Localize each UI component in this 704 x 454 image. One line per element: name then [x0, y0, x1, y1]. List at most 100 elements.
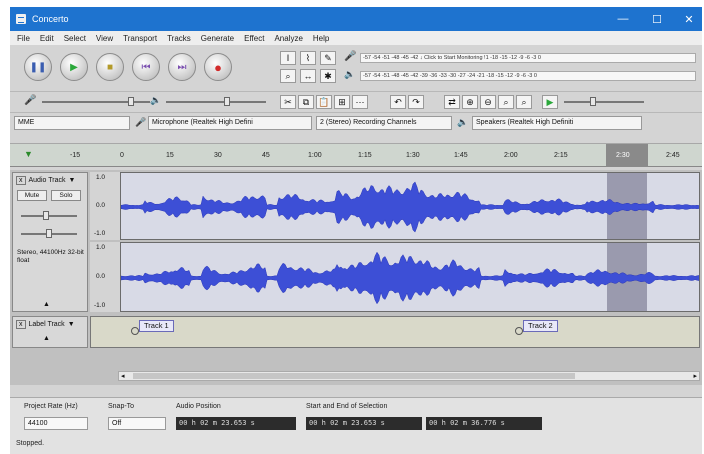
menu-transport[interactable]: Transport	[123, 34, 157, 43]
snap-to-label: Snap-To	[108, 403, 135, 410]
gain-slider[interactable]	[21, 215, 77, 217]
label-2[interactable]: Track 2	[523, 320, 558, 332]
draw-tool[interactable]: ✎	[320, 51, 336, 65]
project-rate-select[interactable]: 44100	[24, 417, 88, 430]
selection-start-field[interactable]: 00 h 02 m 23.653 s	[306, 417, 422, 430]
trim-button[interactable]: ⊞	[334, 95, 350, 109]
play-speed-slider[interactable]	[564, 101, 644, 103]
snap-to-select[interactable]: Off	[108, 417, 166, 430]
audio-track-header[interactable]: x Audio Track ▼	[16, 176, 75, 185]
zoom-in-icon: ⊕	[466, 96, 474, 107]
pencil-icon: ✎	[324, 52, 332, 63]
stop-button[interactable]: ■	[96, 53, 124, 81]
scale-top: 1.0	[96, 244, 106, 251]
menu-help[interactable]: Help	[313, 34, 329, 43]
label-1-marker[interactable]	[131, 327, 139, 335]
scrollbar-thumb[interactable]	[133, 373, 575, 379]
pin-head-icon[interactable]: ▼	[24, 149, 33, 159]
close-track-icon[interactable]: x	[16, 176, 26, 185]
label-track-lane[interactable]: Track 1 Track 2	[90, 316, 700, 348]
envelope-icon: ⌇	[305, 52, 311, 63]
track-menu-icon[interactable]: ▼	[68, 177, 75, 184]
record-meter[interactable]: -57 -54 -51 -48 -45 -42 ↓ Click to Start…	[360, 53, 696, 63]
menu-select[interactable]: Select	[64, 34, 86, 43]
pause-button[interactable]: ❚❚	[24, 53, 52, 81]
selection-end-field[interactable]: 00 h 02 m 36.776 s	[426, 417, 542, 430]
collapse-track-icon[interactable]: ▲	[43, 301, 50, 308]
selection-toolbar: Project Rate (Hz) 44100 Snap-To Off Audi…	[10, 397, 702, 454]
audio-host-select[interactable]: MME	[14, 116, 130, 130]
menu-view[interactable]: View	[96, 34, 113, 43]
silence-icon: ⋯	[355, 96, 365, 107]
recording-volume-knob[interactable]	[128, 97, 134, 106]
silence-button[interactable]: ⋯	[352, 95, 368, 109]
minimize-icon[interactable]: —	[606, 7, 640, 31]
menu-tracks[interactable]: Tracks	[167, 34, 191, 43]
playback-volume-knob[interactable]	[224, 97, 230, 106]
sync-icon: ⇄	[448, 96, 456, 107]
play-speed-knob[interactable]	[590, 97, 596, 106]
fit-project-icon: ⌕	[521, 96, 527, 107]
scroll-right-icon[interactable]: ▸	[693, 372, 697, 380]
play-at-speed-button[interactable]: ▶	[542, 95, 558, 109]
scale-bottom: -1.0	[94, 230, 106, 237]
sync-lock-button[interactable]: ⇄	[444, 95, 460, 109]
playback-device-select[interactable]: Speakers (Realtek High Definiti	[472, 116, 642, 130]
skip-start-button[interactable]: ⏮	[132, 53, 160, 81]
label-track-menu-icon[interactable]: ▼	[68, 321, 75, 328]
waveform-channel-2[interactable]	[120, 242, 700, 312]
menu-analyze[interactable]: Analyze	[274, 34, 302, 43]
label-track-name: Label Track	[28, 321, 65, 328]
play-at-speed-icon: ▶	[546, 96, 554, 107]
timeshift-icon: ↔	[303, 71, 313, 81]
scale-bottom: -1.0	[94, 302, 106, 309]
close-label-track-icon[interactable]: x	[16, 320, 26, 329]
playback-meter[interactable]: -57 -54 -51 -48 -45 -42 -39 -36 -33 -30 …	[360, 71, 696, 81]
fit-project-button[interactable]: ⌕	[516, 95, 532, 109]
gain-knob[interactable]	[43, 211, 49, 220]
mic-icon: 🎤	[344, 51, 357, 62]
menu-file[interactable]: File	[17, 34, 30, 43]
playback-volume-slider[interactable]	[166, 101, 266, 103]
label-2-marker[interactable]	[515, 327, 523, 335]
paste-icon: 📋	[318, 96, 330, 107]
menu-effect[interactable]: Effect	[244, 34, 264, 43]
title-bar: Concerto — ☐ ✕	[10, 7, 702, 31]
audio-position-field[interactable]: 00 h 02 m 23.653 s	[176, 417, 296, 430]
menu-edit[interactable]: Edit	[40, 34, 54, 43]
skip-end-button[interactable]: ⏭	[168, 53, 196, 81]
timeline-tick: 2:30	[616, 152, 630, 159]
timeshift-tool[interactable]: ↔	[300, 69, 316, 83]
recording-channels-select[interactable]: 2 (Stereo) Recording Channels	[316, 116, 452, 130]
menu-generate[interactable]: Generate	[201, 34, 234, 43]
label-1[interactable]: Track 1	[139, 320, 174, 332]
multi-tool[interactable]: ✱	[320, 69, 336, 83]
envelope-tool[interactable]: ⌇	[300, 51, 316, 65]
fit-selection-button[interactable]: ⌕	[498, 95, 514, 109]
selection-tool[interactable]: I	[280, 51, 296, 65]
play-button[interactable]: ▶	[60, 53, 88, 81]
zoom-in-button[interactable]: ⊕	[462, 95, 478, 109]
horizontal-scrollbar[interactable]: ◂ ▸	[118, 371, 700, 381]
label-track-header[interactable]: x Label Track ▼	[16, 320, 75, 329]
audio-position-label: Audio Position	[176, 403, 221, 410]
scroll-left-icon[interactable]: ◂	[121, 372, 125, 380]
collapse-label-track-icon[interactable]: ▲	[43, 335, 50, 342]
undo-button[interactable]: ↶	[390, 95, 406, 109]
paste-button[interactable]: 📋	[316, 95, 332, 109]
redo-button[interactable]: ↷	[408, 95, 424, 109]
cut-button[interactable]: ✂	[280, 95, 296, 109]
maximize-icon[interactable]: ☐	[640, 7, 674, 31]
zoom-out-button[interactable]: ⊖	[480, 95, 496, 109]
waveform-channel-1[interactable]	[120, 172, 700, 240]
record-button[interactable]: ●	[204, 53, 232, 81]
status-text: Stopped.	[16, 440, 45, 447]
recording-device-select[interactable]: Microphone (Realtek High Defini	[148, 116, 312, 130]
mute-button[interactable]: Mute	[17, 190, 47, 201]
zoom-tool[interactable]: ⌕	[280, 69, 296, 83]
close-icon[interactable]: ✕	[672, 7, 702, 31]
solo-button[interactable]: Solo	[51, 190, 81, 201]
copy-button[interactable]: ⧉	[298, 95, 314, 109]
pan-knob[interactable]	[46, 229, 52, 238]
timeline-ruler[interactable]: ▼ -15 0 15 30 45 1:00 1:15 1:30 1:45 2:0…	[10, 143, 702, 167]
